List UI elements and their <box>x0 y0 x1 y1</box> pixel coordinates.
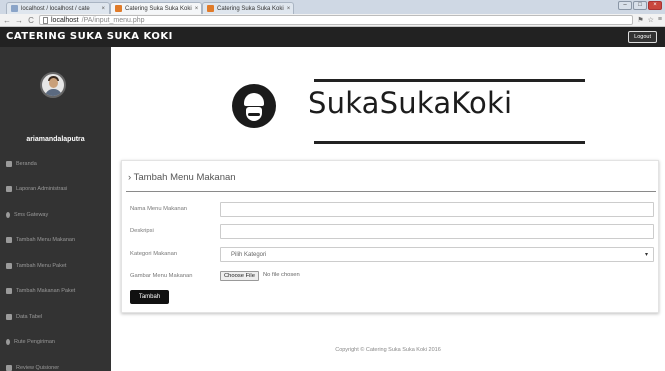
map-marker-icon <box>6 339 10 346</box>
close-tab-icon[interactable]: × <box>101 6 105 12</box>
browser-tab-bar: localhost / localhost / cate × Catering … <box>0 0 665 14</box>
site-favicon-icon <box>115 5 122 12</box>
site-favicon-icon <box>207 5 214 12</box>
menu-icon[interactable]: ≡ <box>658 16 662 24</box>
description-input[interactable] <box>220 224 654 239</box>
avatar <box>40 72 66 98</box>
logo-top-rule <box>314 79 585 82</box>
category-selected: Pilih Kategori <box>231 251 267 258</box>
sidebar-item-tambah-menu-makanan[interactable]: Tambah Menu Makanan <box>0 228 111 254</box>
tambah-button[interactable]: Tambah <box>130 290 169 304</box>
category-label: Kategori Makanan <box>130 251 178 257</box>
username: ariamandalaputra <box>26 136 85 143</box>
sidebar-item-beranda[interactable]: Beranda <box>0 151 111 177</box>
name-label: Nama Menu Makanan <box>130 206 188 212</box>
category-select[interactable]: Pilih Kategori ▾ <box>220 247 654 262</box>
browser-tab-phpmyadmin[interactable]: localhost / localhost / cate × <box>6 2 110 14</box>
divider <box>126 191 656 192</box>
brand-title[interactable]: CATERING SUKA SUKA KOKI <box>6 31 173 42</box>
sidebar-item-label: Laporan Administrasi <box>16 186 68 193</box>
browser-tab-catering[interactable]: Catering Suka Suka Koki × <box>202 2 294 14</box>
image-icon <box>6 186 12 193</box>
sidebar-item-sms-gateway[interactable]: Sms Gateway <box>0 202 111 228</box>
address-bar: ← → C localhost/PA/input_menu.php ⚑ ☆ ≡ <box>0 14 665 27</box>
close-window-icon[interactable]: × <box>648 1 662 10</box>
app-header: CATERING SUKA SUKA KOKI Logout <box>0 27 665 47</box>
logo-bottom-rule <box>314 141 585 144</box>
page-icon <box>43 16 48 24</box>
file-status: No file chosen <box>263 272 300 278</box>
home-icon <box>6 160 12 167</box>
maximize-icon[interactable]: □ <box>633 1 647 10</box>
sidebar-item-label: Tambah Menu Makanan <box>16 237 76 244</box>
footer-copyright: Copyright © Catering Suka Suka Koki 2016 <box>335 347 441 353</box>
sidebar-item-label: Tambah Menu Paket <box>16 262 67 269</box>
cutlery-icon <box>6 237 12 244</box>
chevron-down-icon: ▾ <box>644 252 648 258</box>
name-row: Nama Menu Makanan <box>130 202 220 216</box>
logo-text: SukaSukaKoki <box>308 86 513 120</box>
bookmark-star-icon[interactable]: ☆ <box>648 16 654 24</box>
url-path: /PA/input_menu.php <box>81 16 145 24</box>
logout-button[interactable]: Logout <box>628 31 657 43</box>
sidebar-item-label: Beranda <box>16 160 37 167</box>
logo-banner: SukaSukaKoki <box>111 47 665 160</box>
close-tab-icon[interactable]: × <box>287 6 291 12</box>
tab-label: localhost / localhost / cate <box>21 5 90 12</box>
sidebar: ariamandalaputra Beranda Laporan Adminis… <box>0 47 111 371</box>
chef-logo-icon <box>232 84 276 128</box>
sidebar-item-review-quisioner[interactable]: Review Quisioner <box>0 355 111 371</box>
minimize-icon[interactable]: – <box>618 1 632 10</box>
sidebar-item-laporan-administrasi[interactable]: Laporan Administrasi <box>0 177 111 203</box>
image-label: Gambar Menu Makanan <box>130 273 193 279</box>
book-icon <box>6 364 12 371</box>
phpmyadmin-icon <box>11 5 18 12</box>
sidebar-item-label: Sms Gateway <box>14 211 49 218</box>
forward-arrow-icon[interactable]: → <box>15 16 23 25</box>
sidebar-item-label: Tambah Makanan Paket <box>16 288 76 295</box>
add-menu-panel: › Tambah Menu Makanan Nama Menu Makanan … <box>121 160 659 313</box>
sidebar-item-rute-pengiriman[interactable]: Rute Pengiriman <box>0 330 111 356</box>
sidebar-item-label: Review Quisioner <box>16 364 60 371</box>
reload-icon[interactable]: C <box>27 16 35 25</box>
cutlery-icon <box>6 288 12 295</box>
desc-label: Deskripsi <box>130 228 154 234</box>
tab-label: Catering Suka Suka Koki <box>217 5 284 12</box>
category-row: Kategori Makanan <box>130 247 220 261</box>
sidebar-item-tambah-menu-paket[interactable]: Tambah Menu Paket <box>0 253 111 279</box>
sidebar-item-data-tabel[interactable]: Data Tabel <box>0 304 111 330</box>
sidebar-item-label: Data Tabel <box>16 313 43 320</box>
tab-label: Catering Suka Suka Koki <box>125 5 192 12</box>
menu-name-input[interactable] <box>220 202 654 217</box>
translate-icon[interactable]: ⚑ <box>637 16 643 24</box>
browser-tab-catering-active[interactable]: Catering Suka Suka Koki × <box>110 2 202 14</box>
window-controls: – □ × <box>618 1 662 10</box>
list-icon <box>6 262 12 269</box>
table-icon <box>6 313 12 320</box>
sidebar-menu: Beranda Laporan Administrasi Sms Gateway… <box>0 151 111 371</box>
image-row: Gambar Menu Makanan <box>130 269 220 283</box>
close-tab-icon[interactable]: × <box>195 6 199 12</box>
url-host: localhost <box>51 16 79 24</box>
back-arrow-icon[interactable]: ← <box>3 16 11 25</box>
panel-title: › Tambah Menu Makanan <box>128 172 236 183</box>
desc-row: Deskripsi <box>130 224 220 238</box>
choose-file-button[interactable]: Choose File <box>220 271 259 281</box>
sidebar-item-label: Rute Pengiriman <box>14 339 55 346</box>
url-field[interactable]: localhost/PA/input_menu.php <box>39 15 634 25</box>
sidebar-item-tambah-makanan-paket[interactable]: Tambah Makanan Paket <box>0 279 111 305</box>
phone-icon <box>6 211 10 218</box>
